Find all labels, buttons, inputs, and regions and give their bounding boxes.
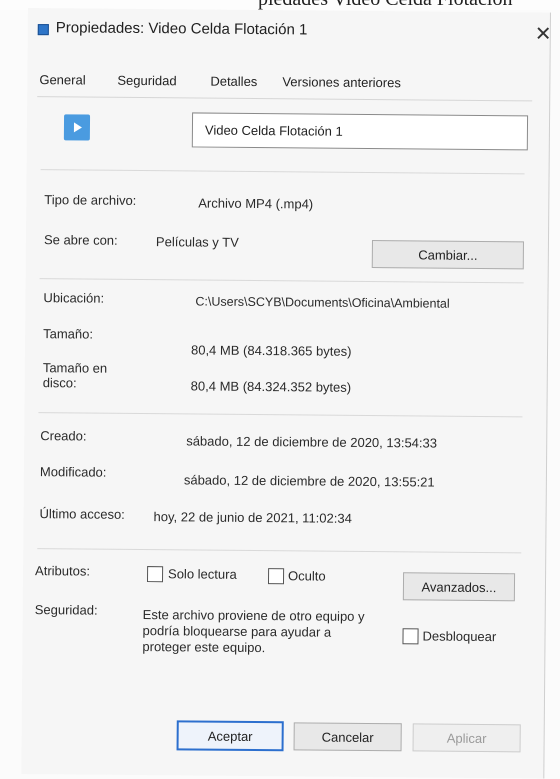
size-on-disk-label-line1: Tamaño en [42, 360, 108, 376]
hidden-label: Oculto [287, 568, 326, 584]
readonly-checkbox[interactable] [146, 566, 164, 583]
properties-title-icon [37, 24, 49, 36]
file-name-box[interactable] [191, 112, 529, 151]
separator-1 [40, 169, 525, 175]
background-document-text: piedades Video Celda Flotación [258, 0, 512, 9]
separator-2 [39, 278, 524, 284]
tab-general[interactable]: General [39, 72, 85, 87]
separator-4 [37, 548, 522, 554]
size-on-disk-label-line2: disco: [42, 375, 77, 391]
properties-dialog: Propiedades: Video Celda Flotación 1 ✕ G… [21, 8, 552, 779]
size-on-disk-value: 80,4 MB (84.324.352 bytes) [190, 378, 352, 395]
last-access-label: Último acceso: [39, 506, 125, 522]
cancel-button[interactable]: Cancelar [293, 722, 402, 752]
security-label: Seguridad: [34, 602, 98, 618]
opens-with-value: Películas y TV [155, 234, 239, 250]
unblock-checkbox[interactable] [402, 628, 419, 645]
size-value: 80,4 MB (84.318.365 bytes) [190, 342, 352, 359]
modified-label: Modificado: [39, 464, 107, 480]
accept-button[interactable]: Aceptar [176, 720, 284, 752]
tab-versiones-anteriores[interactable]: Versiones anteriores [282, 74, 401, 90]
tabs-divider [37, 96, 533, 102]
advanced-button[interactable]: Avanzados... [402, 572, 516, 602]
separator-3 [38, 412, 523, 418]
location-value: C:\Users\SCYB\Documents\Oficina\Ambienta… [195, 294, 450, 311]
tab-detalles[interactable]: Detalles [210, 74, 257, 89]
hidden-checkbox[interactable] [267, 568, 285, 585]
video-file-icon [63, 114, 91, 141]
last-access-value: hoy, 22 de junio de 2021, 11:02:34 [153, 509, 352, 526]
attributes-label: Atributos: [35, 563, 91, 579]
file-type-label: Tipo de archivo: [44, 192, 137, 208]
readonly-label: Solo lectura [168, 566, 237, 582]
file-name-input[interactable] [202, 121, 528, 142]
modified-value: sábado, 12 de diciembre de 2020, 13:55:2… [183, 472, 435, 490]
apply-button[interactable]: Aplicar [412, 723, 521, 753]
opens-with-label: Se abre con: [43, 232, 118, 248]
security-message: Este archivo proviene de otro equipo y p… [142, 607, 365, 656]
dialog-title: Propiedades: Video Celda Flotación 1 [55, 19, 308, 39]
file-type-value: Archivo MP4 (.mp4) [198, 195, 314, 212]
tab-seguridad[interactable]: Seguridad [117, 73, 176, 89]
created-label: Creado: [40, 428, 87, 444]
unblock-label: Desbloquear [422, 628, 497, 645]
created-value: sábado, 12 de diciembre de 2020, 13:54:3… [186, 433, 438, 451]
size-label: Tamaño: [43, 326, 94, 342]
close-icon[interactable]: ✕ [535, 23, 552, 45]
change-button[interactable]: Cambiar... [371, 240, 524, 270]
location-label: Ubicación: [43, 290, 105, 306]
